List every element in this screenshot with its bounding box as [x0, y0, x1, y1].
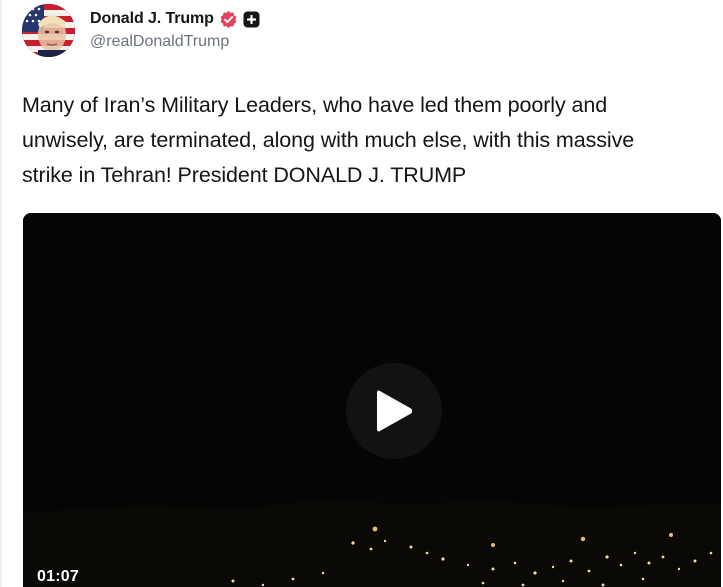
- author-handle[interactable]: @realDonaldTrump: [90, 33, 260, 51]
- name-row: Donald J. Trump: [90, 8, 260, 30]
- post-header: Donald J. Trump @realDonaldTrump: [22, 4, 260, 60]
- play-icon: [377, 390, 413, 432]
- left-divider: [0, 0, 2, 587]
- plus-badge-icon: [243, 11, 260, 28]
- video-player[interactable]: 01:07: [23, 213, 721, 587]
- play-button[interactable]: [346, 363, 442, 459]
- portrait-flag-avatar-icon: [22, 4, 75, 57]
- post-text-line: unwisely, are terminated, along with muc…: [22, 128, 635, 152]
- verified-badge-icon: [219, 10, 238, 29]
- post-text-line: Many of Iran’s Military Leaders, who hav…: [22, 93, 608, 117]
- display-name[interactable]: Donald J. Trump: [90, 10, 214, 28]
- video-duration: 01:07: [37, 568, 79, 585]
- avatar[interactable]: [22, 4, 75, 57]
- post-text: Many of Iran’s Military Leaders, who hav…: [22, 88, 722, 193]
- post-card: Donald J. Trump @realDonaldTrump Many of…: [0, 0, 723, 587]
- author-identity: Donald J. Trump @realDonaldTrump: [90, 8, 260, 51]
- post-text-line: strike in Tehran! President DONALD J. TR…: [22, 163, 467, 187]
